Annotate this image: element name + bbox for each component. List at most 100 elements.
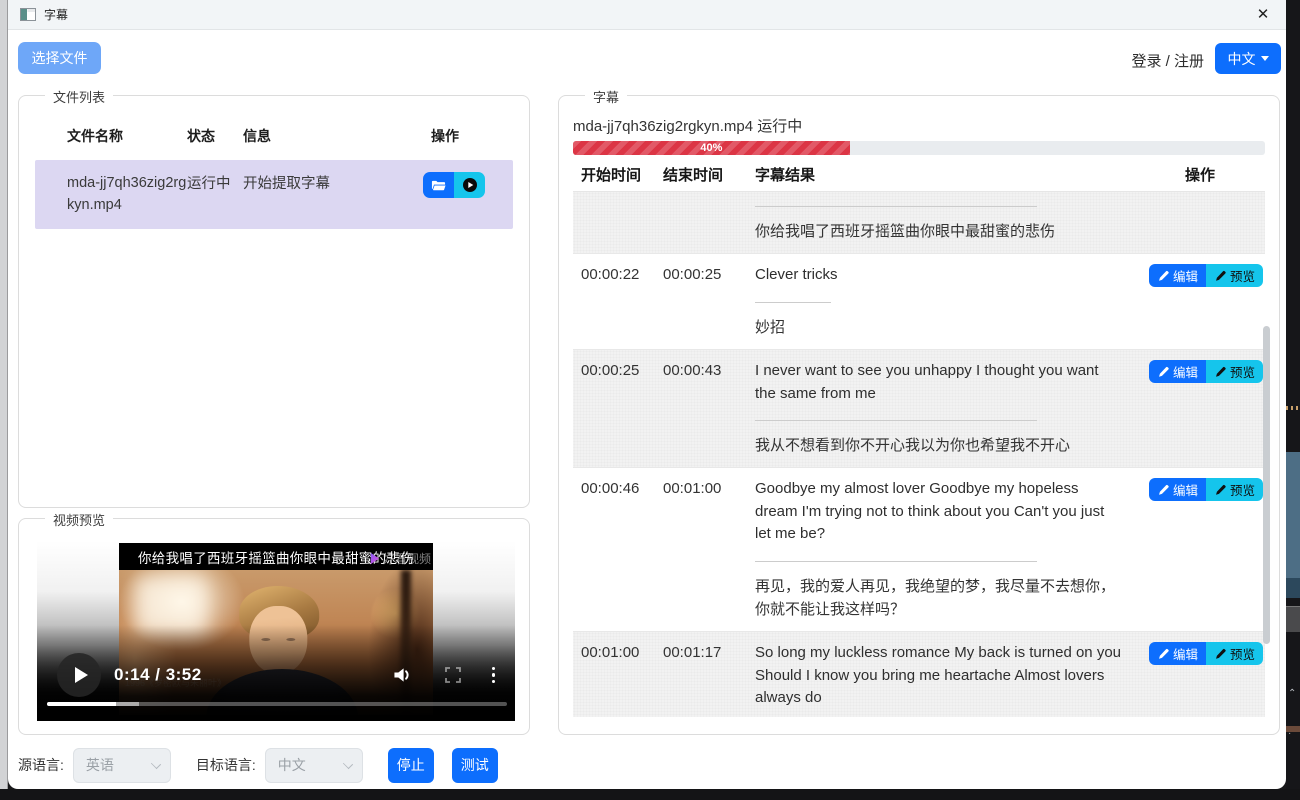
video-progress-played xyxy=(47,702,116,706)
folder-open-icon xyxy=(431,178,446,193)
subtitle-rows: 你给我唱了西班牙摇篮曲你眼中最甜蜜的悲伤 编辑 预览 00:00:22 00:0… xyxy=(573,191,1265,717)
playback-time: 0:14 / 3:52 xyxy=(114,665,202,685)
pencil-icon xyxy=(1214,366,1226,378)
subtitle-file-status: mda-jj7qh36zig2rgkyn.mp4 运行中 xyxy=(573,115,802,136)
background-fragment xyxy=(1286,578,1300,598)
more-options-icon[interactable] xyxy=(492,667,496,684)
pencil-icon xyxy=(1214,484,1226,496)
subtitle-divider xyxy=(755,302,831,303)
file-name: mda-jj7qh36zig2rgkyn.mp4 xyxy=(35,172,187,217)
edit-button[interactable]: 编辑 xyxy=(1149,478,1206,501)
pencil-icon xyxy=(1157,270,1169,282)
window-title: 字幕 xyxy=(44,6,68,23)
preview-button[interactable]: 预览 xyxy=(1206,264,1263,287)
subtitle-end-time: 00:00:43 xyxy=(655,360,747,383)
subtitle-divider xyxy=(755,561,1037,562)
subtitle-end-time: 00:00:25 xyxy=(655,264,747,287)
subtitle-text-en: So long my luckless romance My back is t… xyxy=(755,642,1123,710)
col-actions: 操作 xyxy=(1135,164,1265,185)
language-dropdown-label: 中文 xyxy=(1228,49,1256,69)
close-icon[interactable]: ✕ xyxy=(1252,4,1274,26)
chevron-down-icon xyxy=(1261,56,1269,65)
subtitle-end-time: 00:01:00 xyxy=(655,478,747,501)
app-window: 字幕 ✕ 选择文件 登录 / 注册 中文 文件列表 文件名称 状态 信息 操作 … xyxy=(8,0,1286,789)
background-fragment: ⌃ xyxy=(1288,688,1296,699)
video-progress-bar[interactable] xyxy=(47,702,507,706)
watermark-text: 好看视频 xyxy=(383,550,431,567)
fullscreen-icon[interactable] xyxy=(444,666,462,684)
col-file-name: 文件名称 xyxy=(35,126,187,146)
subtitle-start-time: 00:01:00 xyxy=(573,642,655,665)
background-fragment: · xyxy=(1288,728,1291,739)
subtitle-panel: 字幕 mda-jj7qh36zig2rgkyn.mp4 运行中 40% 开始时间… xyxy=(558,95,1280,735)
preview-button[interactable]: 预览 xyxy=(1206,478,1263,501)
background-window-edge-left xyxy=(0,0,8,789)
file-list-legend: 文件列表 xyxy=(45,87,113,106)
subtitle-text-en: Goodbye my almost lover Goodbye my hopel… xyxy=(755,478,1123,546)
player-controls: 0:14 / 3:52 xyxy=(57,653,501,697)
background-fragment xyxy=(1286,406,1300,410)
subtitle-legend: 字幕 xyxy=(585,87,627,106)
extraction-progress-fill: 40% xyxy=(573,141,850,155)
footer-toolbar: 源语言: 英语 目标语言: 中文 停止 测试 xyxy=(18,747,516,783)
open-folder-button[interactable] xyxy=(423,172,454,198)
stop-button[interactable]: 停止 xyxy=(388,748,434,783)
subtitle-divider xyxy=(755,420,1037,421)
edit-button[interactable]: 编辑 xyxy=(1149,642,1206,665)
file-status: 运行中 xyxy=(187,172,243,193)
video-progress-buffer xyxy=(116,702,139,706)
subtitle-text-zh: 妙招 xyxy=(755,316,1123,339)
background-window-edge-right: ⌃ · xyxy=(1286,0,1300,800)
chevron-down-icon xyxy=(343,758,353,768)
play-circle-icon xyxy=(462,177,478,193)
subtitle-text-zh: 你给我唱了西班牙摇篮曲你眼中最甜蜜的悲伤 xyxy=(755,220,1123,243)
volume-icon[interactable] xyxy=(392,664,414,686)
source-language-select[interactable]: 英语 xyxy=(73,748,171,783)
pencil-icon xyxy=(1214,270,1226,282)
test-button[interactable]: 测试 xyxy=(452,748,498,783)
subtitle-text-en: Clever tricks xyxy=(755,264,1123,287)
edit-button[interactable]: 编辑 xyxy=(1149,360,1206,383)
col-start-time: 开始时间 xyxy=(573,164,655,185)
video-player[interactable]: 你给我唱了西班牙摇篮曲你眼中最甜蜜的悲伤 好看视频 1996《罗密欧与朱丽叶》 … xyxy=(37,541,515,721)
subtitle-row[interactable]: 你给我唱了西班牙摇篮曲你眼中最甜蜜的悲伤 编辑 预览 xyxy=(573,192,1265,254)
pencil-icon xyxy=(1157,648,1169,660)
watermark-logo-icon xyxy=(368,552,381,565)
select-file-button[interactable]: 选择文件 xyxy=(18,42,101,74)
file-table-row[interactable]: mda-jj7qh36zig2rgkyn.mp4 运行中 开始提取字幕 xyxy=(35,160,513,229)
subtitle-divider xyxy=(755,206,1037,207)
subtitle-start-time: 00:00:25 xyxy=(573,360,655,383)
col-status: 状态 xyxy=(187,126,243,146)
language-dropdown-button[interactable]: 中文 xyxy=(1215,43,1281,74)
edit-button[interactable]: 编辑 xyxy=(1149,264,1206,287)
subtitle-row[interactable]: 00:00:46 00:01:00 Goodbye my almost love… xyxy=(573,468,1265,632)
col-subtitle-result: 字幕结果 xyxy=(747,164,1135,185)
col-end-time: 结束时间 xyxy=(655,164,747,185)
play-file-button[interactable] xyxy=(454,172,485,198)
login-register-link[interactable]: 登录 / 注册 xyxy=(1131,50,1204,71)
subtitle-start-time: 00:00:22 xyxy=(573,264,655,287)
play-icon xyxy=(75,667,88,683)
subtitle-row[interactable]: 00:01:00 00:01:17 So long my luckless ro… xyxy=(573,632,1265,717)
preview-button[interactable]: 预览 xyxy=(1206,360,1263,383)
target-language-label: 目标语言: xyxy=(196,755,256,775)
background-fragment xyxy=(1286,606,1300,632)
col-info: 信息 xyxy=(243,126,423,146)
subtitle-text-en: I never want to see you unhappy I though… xyxy=(755,360,1123,405)
subtitle-text-zh: 我从不想看到你不开心我以为你也希望我不开心 xyxy=(755,434,1123,457)
scrollbar-thumb[interactable] xyxy=(1263,326,1270,644)
col-actions: 操作 xyxy=(423,126,513,146)
target-language-select[interactable]: 中文 xyxy=(265,748,363,783)
pencil-icon xyxy=(1157,366,1169,378)
subtitle-row[interactable]: 00:00:22 00:00:25 Clever tricks 妙招 编辑 预览 xyxy=(573,254,1265,350)
subtitle-row[interactable]: 00:00:25 00:00:43 I never want to see yo… xyxy=(573,350,1265,468)
chevron-down-icon xyxy=(151,758,161,768)
video-preview-legend: 视频预览 xyxy=(45,510,113,529)
watermark: 好看视频 xyxy=(368,550,431,567)
pencil-icon xyxy=(1157,484,1169,496)
app-icon xyxy=(20,8,36,21)
subtitle-table-header: 开始时间 结束时间 字幕结果 操作 xyxy=(573,164,1265,185)
subtitle-text-zh: 再见，我的爱人再见，我绝望的梦，我尽量不去想你，你就不能让我这样吗？ xyxy=(755,575,1123,622)
preview-button[interactable]: 预览 xyxy=(1206,642,1263,665)
play-button[interactable] xyxy=(57,653,101,697)
